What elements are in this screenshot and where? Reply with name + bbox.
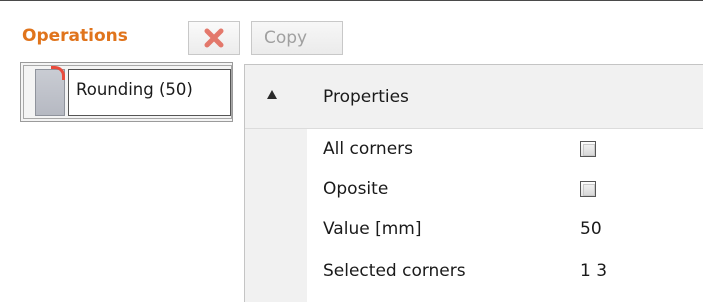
oposite-checkbox[interactable] [580,181,596,197]
indent-column [245,129,307,302]
selected-corners-field[interactable]: 1 3 [580,261,607,281]
property-name: All corners [323,139,413,159]
property-row-value: Value [mm] 50 [307,209,703,249]
property-row-oposite: Oposite [307,169,703,209]
properties-header[interactable]: Properties [245,65,703,129]
property-name: Selected corners [323,261,466,281]
delete-operation-button[interactable] [188,21,240,55]
operations-list: Rounding (50) [20,62,233,122]
properties-grid: Properties All corners Oposite Value [mm… [244,64,703,302]
property-row-all-corners: All corners [307,129,703,169]
property-name: Oposite [323,179,389,199]
operations-title: Operations [22,26,128,46]
list-item-rounding[interactable]: Rounding (50) [23,65,232,119]
operation-label: Rounding (50) [68,69,231,116]
all-corners-checkbox[interactable] [580,141,596,157]
properties-title: Properties [323,87,409,107]
top-border [0,0,703,1]
property-name: Value [mm] [323,219,422,239]
value-field[interactable]: 50 [580,219,602,239]
copy-button[interactable]: Copy [251,21,343,55]
collapse-triangle-icon[interactable] [267,90,277,99]
property-row-selected-corners: Selected corners 1 3 [307,251,703,291]
red-x-icon [204,28,224,48]
